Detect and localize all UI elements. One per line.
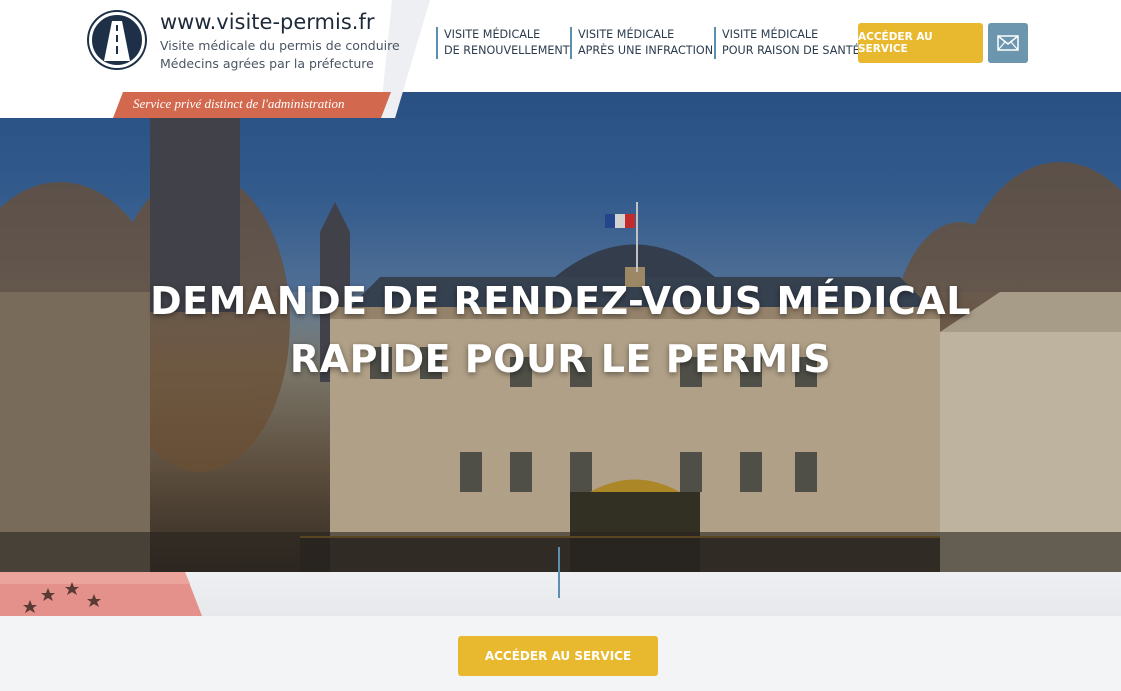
driving-license-card-image	[0, 572, 202, 616]
nav-item-line1: Visite médicale	[578, 28, 675, 41]
nav-item-sante[interactable]: Visite médicale pour raison de santé	[714, 27, 860, 59]
nav-item-line2: pour raison de santé	[722, 44, 860, 57]
hero-divider-line	[558, 547, 560, 598]
site-name[interactable]: www.visite-permis.fr	[160, 10, 375, 34]
hero-title-line1: DEMANDE DE RENDEZ-VOUS MÉDICAL	[150, 279, 971, 323]
site-subtitle-line2: Médecins agrées par la préfecture	[160, 56, 374, 71]
hero-title-line2: RAPIDE POUR LE PERMIS	[289, 337, 832, 381]
nav-item-line2: après une infraction	[578, 44, 714, 57]
logo[interactable]	[89, 12, 145, 68]
nav-item-line1: Visite médicale	[444, 28, 541, 41]
disclaimer-text: Service privé distinct de l'administrati…	[133, 96, 345, 111]
road-icon	[104, 21, 130, 61]
nav-item-infraction[interactable]: Visite médicale après une infraction	[570, 27, 713, 59]
envelope-icon	[997, 35, 1019, 51]
nav-item-line2: de renouvellement	[444, 44, 570, 57]
site-subtitle-line1: Visite médicale du permis de conduire	[160, 38, 400, 53]
access-service-button-main[interactable]: ACCÉDER AU SERVICE	[458, 636, 658, 676]
hero-banner: DEMANDE DE RENDEZ-VOUS MÉDICAL RAPIDE PO…	[0, 92, 1121, 572]
access-service-button-header[interactable]: ACCÉDER AU SERVICE	[858, 23, 983, 63]
nav-item-line1: Visite médicale	[722, 28, 819, 41]
contact-mail-button[interactable]	[988, 23, 1028, 63]
hero-title: DEMANDE DE RENDEZ-VOUS MÉDICAL RAPIDE PO…	[0, 272, 1121, 388]
page: DEMANDE DE RENDEZ-VOUS MÉDICAL RAPIDE PO…	[0, 0, 1121, 691]
nav-item-renouvellement[interactable]: Visite médicale de renouvellement	[436, 27, 570, 59]
